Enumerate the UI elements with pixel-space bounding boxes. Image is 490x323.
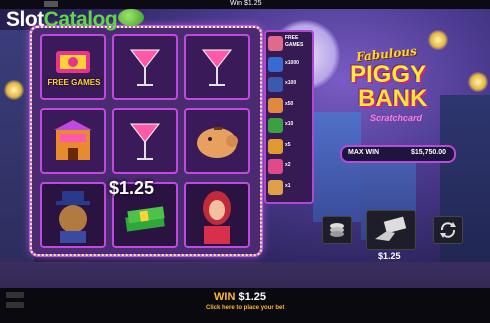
coin-stack-icon [330, 223, 344, 237]
marquee-lights [30, 26, 262, 256]
title-bank: BANK [358, 85, 428, 112]
watermark-logo: SlotCatalog [6, 8, 118, 32]
paytable-multiplier: x50 [285, 100, 294, 107]
paytable-row: x10 [268, 116, 310, 136]
hand-cash-icon [375, 216, 407, 241]
cocktail-icon [268, 159, 283, 174]
paytable-row: x1000 [268, 55, 310, 75]
sound-icon[interactable] [44, 1, 58, 7]
logo-ball [118, 9, 144, 26]
paytable-row: x1 [268, 178, 310, 198]
paytable-multiplier: x5 [285, 141, 291, 148]
piggy-icon [268, 97, 283, 113]
building-icon [268, 138, 283, 154]
title-scratchcard: Scratchcard [370, 113, 423, 123]
paytable-multiplier: x2 [285, 162, 291, 168]
paytable-row: x2 [268, 157, 310, 177]
max-win-badge: MAX WIN $15,750.00 [340, 145, 456, 163]
paytable-row: x5 [268, 137, 310, 157]
logo-slot-text: Slot [6, 8, 44, 31]
game-title: Fabulous PIGGY BANK Scratchcard [332, 44, 462, 135]
autoplay-button[interactable] [433, 216, 463, 244]
paytable-multiplier: x100 [285, 80, 297, 86]
max-win-value: $15,750.00 [410, 149, 446, 156]
paytable-multiplier: x10 [285, 121, 294, 127]
paytable-row: x50 [268, 96, 310, 116]
bottom-win-label: WIN [214, 291, 236, 303]
paytable-row: FREE GAMES [268, 34, 310, 54]
bottom-win: WIN $1.25 [214, 291, 266, 303]
buy-button[interactable] [366, 210, 416, 250]
logo-catalog-text: Catalog [43, 8, 118, 31]
cocktail-icon [268, 56, 283, 72]
bottom-win-amount: $1.25 [238, 291, 266, 303]
lady-icon [268, 36, 283, 51]
building-left [0, 30, 34, 290]
max-win-label: MAX WIN [348, 149, 380, 156]
bet-value: $1.25 [378, 251, 401, 261]
paytable-row: x100 [268, 75, 310, 95]
gangster-icon [268, 77, 283, 92]
cash-icon [268, 118, 283, 133]
refresh-icon [440, 222, 456, 238]
top-win-text: Win $1.25 [230, 0, 262, 7]
street-lamp [4, 80, 24, 100]
cocktail-icon [268, 179, 283, 195]
paytable-multiplier: x1 [285, 182, 291, 189]
info-icon[interactable] [6, 302, 24, 308]
coins-button[interactable] [322, 216, 352, 244]
paytable: FREE GAMES x1000 x100 x50 x10 x5 x2 x1 [264, 30, 314, 204]
paytable-multiplier: x1000 [285, 59, 299, 66]
street-lamp [468, 72, 488, 92]
bet-prompt[interactable]: Click here to place your bet [206, 305, 284, 311]
menu-icon[interactable] [6, 292, 24, 298]
game-stage: Win $1.25 FREE GAMES $1.25 FREE GAMES x1… [0, 0, 490, 323]
paytable-multiplier: FREE GAMES [285, 35, 304, 48]
cell-win-amount: $1.25 [109, 178, 155, 198]
